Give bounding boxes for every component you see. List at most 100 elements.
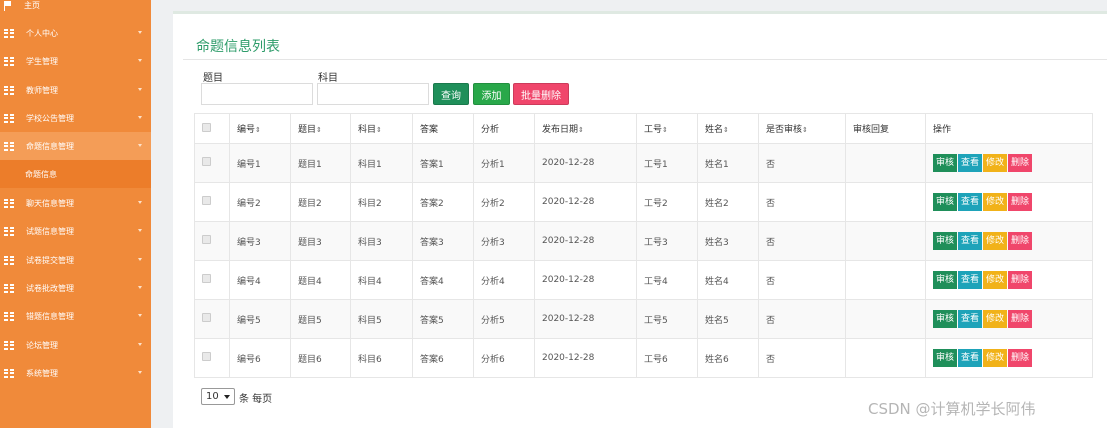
- sidebar-item-proposition[interactable]: 命题信息管理: [0, 132, 151, 160]
- cell-review-reply: [845, 221, 926, 261]
- edit-button[interactable]: 修改: [983, 232, 1008, 250]
- chevron-down-icon: [138, 59, 142, 62]
- view-button[interactable]: 查看: [958, 193, 983, 211]
- grid-icon: [4, 283, 14, 293]
- review-button[interactable]: 审核: [933, 349, 958, 367]
- row-select-cell: [194, 260, 230, 300]
- sidebar-item-system[interactable]: 系统管理: [0, 359, 151, 387]
- review-button[interactable]: 审核: [933, 232, 958, 250]
- sidebar-subitem-proposition-info[interactable]: 命题信息: [0, 160, 151, 188]
- sidebar-item-chat[interactable]: 聊天信息管理: [0, 189, 151, 217]
- select-all-cell: [194, 113, 230, 144]
- cell-date: 2020-12-28: [534, 338, 637, 378]
- cell-answer: 答案3: [412, 221, 474, 261]
- header-topic[interactable]: 题目⇕: [290, 113, 351, 144]
- row-checkbox[interactable]: [202, 196, 211, 205]
- row-select-cell: [194, 299, 230, 339]
- header-reviewed[interactable]: 是否审核⇕: [758, 113, 846, 144]
- cell-answer: 答案5: [412, 299, 474, 339]
- row-checkbox[interactable]: [202, 274, 211, 283]
- header-name[interactable]: 姓名⇕: [697, 113, 759, 144]
- row-checkbox[interactable]: [202, 313, 211, 322]
- cell-topic: 题目2: [290, 182, 351, 222]
- sidebar-item-announcements[interactable]: 学校公告管理: [0, 104, 151, 132]
- view-button[interactable]: 查看: [958, 154, 983, 172]
- review-button[interactable]: 审核: [933, 310, 958, 328]
- sidebar-item-forum[interactable]: 论坛管理: [0, 331, 151, 359]
- delete-button[interactable]: 删除: [1008, 154, 1033, 172]
- edit-button[interactable]: 修改: [983, 271, 1008, 289]
- delete-button[interactable]: 删除: [1008, 232, 1033, 250]
- sidebar-item-label: 个人中心: [26, 28, 58, 38]
- topic-search-input[interactable]: [201, 83, 313, 105]
- cell-name: 姓名2: [697, 182, 759, 222]
- delete-button[interactable]: 删除: [1008, 271, 1033, 289]
- query-button[interactable]: 查询: [433, 83, 469, 105]
- sidebar-item-label: 命题信息管理: [26, 141, 74, 151]
- sidebar: 主页 个人中心 学生管理 教师管理 学校公告管理 命题信息管理 命题信息 聊天信…: [0, 0, 151, 428]
- chevron-down-icon: [138, 201, 142, 204]
- subject-search-input[interactable]: [317, 83, 429, 105]
- cell-date: 2020-12-28: [534, 260, 637, 300]
- sidebar-item-students[interactable]: 学生管理: [0, 47, 151, 75]
- cell-analysis: 分析5: [473, 299, 535, 339]
- header-staff-no[interactable]: 工号⇕: [636, 113, 698, 144]
- review-button[interactable]: 审核: [933, 271, 958, 289]
- header-review-reply: 审核回复: [845, 113, 926, 144]
- select-all-checkbox[interactable]: [202, 122, 211, 132]
- sidebar-item-personal-center[interactable]: 个人中心: [0, 19, 151, 47]
- batch-delete-button[interactable]: 批量删除: [513, 83, 569, 105]
- cell-id: 编号2: [229, 182, 291, 222]
- sidebar-item-wrong-questions[interactable]: 错题信息管理: [0, 302, 151, 330]
- cell-answer: 答案6: [412, 338, 474, 378]
- edit-button[interactable]: 修改: [983, 193, 1008, 211]
- cell-subject: 科目3: [350, 221, 413, 261]
- row-checkbox[interactable]: [202, 352, 211, 361]
- sidebar-item-paper-submit[interactable]: 试卷提交管理: [0, 246, 151, 274]
- header-date[interactable]: 发布日期⇕: [534, 113, 637, 144]
- view-button[interactable]: 查看: [958, 310, 983, 328]
- sidebar-item-label: 试题信息管理: [26, 226, 74, 236]
- delete-button[interactable]: 删除: [1008, 310, 1033, 328]
- cell-actions: 审核 查看 修改 删除: [925, 143, 1093, 183]
- sidebar-item-questions[interactable]: 试题信息管理: [0, 217, 151, 245]
- row-checkbox[interactable]: [202, 235, 211, 244]
- header-subject[interactable]: 科目⇕: [350, 113, 413, 144]
- page-size-select[interactable]: 10: [201, 388, 235, 405]
- edit-button[interactable]: 修改: [983, 154, 1008, 172]
- chevron-down-icon: [138, 116, 142, 119]
- edit-button[interactable]: 修改: [983, 310, 1008, 328]
- cell-answer: 答案2: [412, 182, 474, 222]
- sidebar-item-teachers[interactable]: 教师管理: [0, 76, 151, 104]
- sidebar-item-paper-grading[interactable]: 试卷批改管理: [0, 274, 151, 302]
- grid-icon: [4, 226, 14, 236]
- delete-button[interactable]: 删除: [1008, 193, 1033, 211]
- grid-icon: [4, 56, 14, 66]
- review-button[interactable]: 审核: [933, 193, 958, 211]
- chevron-down-icon: [138, 229, 142, 232]
- chevron-down-icon: [138, 144, 142, 147]
- cell-topic: 题目1: [290, 143, 351, 183]
- row-checkbox[interactable]: [202, 157, 211, 166]
- chevron-down-icon: [138, 343, 142, 346]
- header-id[interactable]: 编号⇕: [229, 113, 291, 144]
- delete-button[interactable]: 删除: [1008, 349, 1033, 367]
- view-button[interactable]: 查看: [958, 271, 983, 289]
- grid-icon: [4, 311, 14, 321]
- sidebar-item-label: 主页: [24, 0, 40, 10]
- view-button[interactable]: 查看: [958, 232, 983, 250]
- grid-icon: [4, 340, 14, 350]
- cell-reviewed: 否: [758, 260, 846, 300]
- edit-button[interactable]: 修改: [983, 349, 1008, 367]
- grid-icon: [4, 368, 14, 378]
- sidebar-item-home[interactable]: 主页: [0, 0, 151, 19]
- table-row: 编号1 题目1 科目1 答案1 分析1 2020-12-28 工号1 姓名1 否 审核 查看 修改 删除: [194, 143, 1093, 183]
- cell-answer: 答案1: [412, 143, 474, 183]
- sort-icon: ⇕: [723, 126, 729, 134]
- cell-reviewed: 否: [758, 338, 846, 378]
- review-button[interactable]: 审核: [933, 154, 958, 172]
- view-button[interactable]: 查看: [958, 349, 983, 367]
- cell-actions: 审核 查看 修改 删除: [925, 299, 1093, 339]
- add-button[interactable]: 添加: [473, 83, 510, 105]
- grid-icon: [4, 141, 14, 151]
